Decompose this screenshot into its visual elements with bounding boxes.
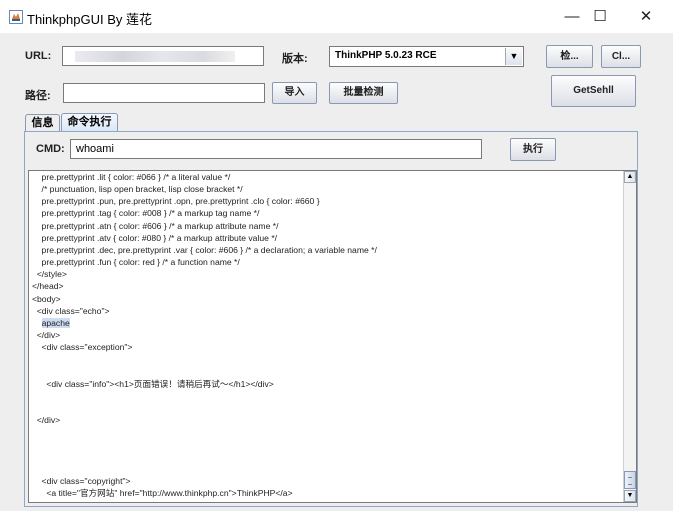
- scroll-thumb[interactable]: [624, 471, 636, 489]
- output-textarea[interactable]: pre.prettyprint .lit { color: #066 } /* …: [28, 170, 637, 503]
- scroll-down-icon[interactable]: ▼: [624, 490, 636, 502]
- output-selection: apache: [41, 317, 70, 328]
- close-button[interactable]: ✕: [626, 4, 666, 30]
- output-text-after: </div> <div class="exception"> <div clas…: [36, 330, 293, 499]
- version-label: 版本:: [282, 53, 308, 65]
- url-redacted: [75, 51, 235, 62]
- url-input[interactable]: [62, 46, 264, 66]
- check-button[interactable]: 检...: [546, 45, 593, 68]
- maximize-button[interactable]: ☐: [580, 4, 620, 30]
- batch-check-button[interactable]: 批量检测: [329, 82, 398, 104]
- output-text: pre.prettyprint .lit { color: #066 } /* …: [32, 171, 377, 499]
- import-button[interactable]: 导入: [272, 82, 317, 104]
- getshell-button[interactable]: GetSehll: [551, 75, 636, 107]
- path-input[interactable]: [63, 83, 265, 103]
- vertical-scrollbar[interactable]: ▲ ▼: [623, 171, 636, 502]
- cmd-input[interactable]: whoami: [70, 139, 482, 159]
- tab-command-exec[interactable]: 命令执行: [61, 113, 118, 132]
- path-label: 路径:: [25, 90, 51, 102]
- url-label: URL:: [25, 50, 52, 62]
- tab-info[interactable]: 信息: [25, 114, 60, 132]
- clear-button[interactable]: Cl...: [601, 45, 641, 68]
- chevron-down-icon[interactable]: ▼: [505, 48, 522, 65]
- execute-button[interactable]: 执行: [510, 138, 556, 161]
- window-title: ThinkphpGUI By 莲花: [27, 12, 152, 27]
- version-select[interactable]: ThinkPHP 5.0.23 RCE ▼: [329, 46, 524, 67]
- cmd-label: CMD:: [36, 143, 65, 155]
- title-bar: ThinkphpGUI By 莲花 — ☐ ✕: [0, 0, 673, 33]
- java-cup-icon: [9, 10, 23, 24]
- version-selected: ThinkPHP 5.0.23 RCE: [335, 50, 437, 61]
- output-text-before: pre.prettyprint .lit { color: #066 } /* …: [32, 172, 377, 316]
- scroll-up-icon[interactable]: ▲: [624, 171, 636, 183]
